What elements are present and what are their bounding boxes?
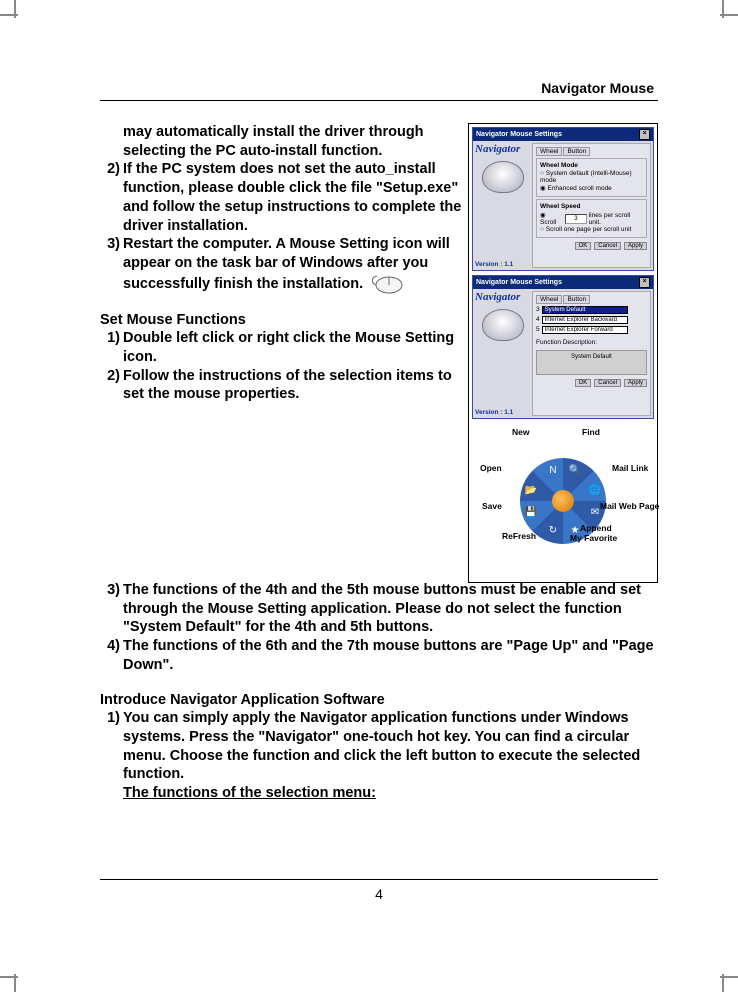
function-description-label: Function Description: (536, 339, 647, 346)
set-fn-step-3: The functions of the 4th and the 5th mou… (123, 581, 658, 637)
close-icon: × (639, 277, 650, 288)
cancel-button: Cancel (594, 242, 621, 250)
circular-menu-figure: N 🔍 📂 🌐 💾 ✉ ↻ ★ New Find Open Mail Link … (472, 423, 654, 579)
open-icon: 📂 (524, 484, 538, 498)
install-step-2: If the PC system does not set the auto_i… (123, 160, 462, 235)
tab-wheel: Wheel (536, 147, 562, 156)
radio-enhanced: Enhanced scroll mode (540, 184, 643, 192)
continued-paragraph: may automatically install the driver thr… (100, 123, 462, 160)
list-number: 1) (100, 329, 123, 366)
label-open: Open (480, 463, 502, 473)
radio-scroll-page: Scroll one page per scroll unit (540, 226, 643, 233)
list-number: 3) (100, 235, 123, 294)
save-icon: 💾 (524, 506, 538, 520)
label-save: Save (482, 501, 502, 511)
apply-button: Apply (624, 242, 647, 250)
install-step-3: Restart the computer. A Mouse Setting ic… (123, 235, 462, 294)
label-my-favorite: My Favorite (570, 533, 617, 543)
section-title-set-functions: Set Mouse Functions (100, 311, 462, 330)
cancel-button: Cancel (594, 379, 621, 387)
settings-panel-wheel: Navigator Mouse Settings × Navigator Ver… (472, 127, 654, 271)
mail-link-icon: 🌐 (588, 484, 602, 498)
mouse-illustration (482, 161, 524, 193)
apply-button: Apply (624, 379, 647, 387)
radio-scroll-lines: Scroll (540, 211, 563, 226)
refresh-icon: ↻ (546, 524, 560, 538)
mouse-illustration (482, 309, 524, 341)
mouse-icon (371, 273, 405, 295)
set-fn-step-1: Double left click or right click the Mou… (123, 329, 462, 366)
find-icon: 🔍 (568, 464, 582, 478)
label-mail-web: Mail Web Page (600, 501, 659, 511)
version-label: Version : 1.1 (475, 409, 530, 416)
header-product-name: Navigator Mouse (100, 80, 658, 101)
function-description-value: System Default (536, 350, 647, 375)
new-icon: N (546, 464, 560, 478)
btn4-select: Internet Explorer Backward (542, 316, 628, 324)
label-append: Append (580, 523, 612, 533)
scroll-lines-input: 3 (565, 214, 587, 224)
close-icon: × (639, 129, 650, 140)
btn-num-4: 4 (536, 316, 540, 323)
label-new: New (512, 427, 529, 437)
brand-label: Navigator (475, 143, 530, 155)
text-column-wide: 3) The functions of the 4th and the 5th … (100, 581, 658, 879)
btn-num-3: 3 (536, 306, 540, 313)
set-fn-step-4: The functions of the 6th and the 7th mou… (123, 637, 658, 674)
tab-wheel: Wheel (536, 295, 562, 304)
settings-panel-button: Navigator Mouse Settings × Navigator Ver… (472, 275, 654, 419)
section-title-introduce: Introduce Navigator Application Software (100, 691, 658, 710)
wheel-center-icon (552, 490, 574, 512)
label-mail-link: Mail Link (612, 463, 648, 473)
dialog-title: Navigator Mouse Settings (476, 131, 562, 138)
list-number: 4) (100, 637, 123, 674)
functions-subhead: The functions of the selection menu: (100, 784, 658, 803)
group-wheel-mode: Wheel Mode (540, 162, 643, 169)
list-number: 2) (100, 367, 123, 404)
group-wheel-speed: Wheel Speed (540, 203, 643, 210)
set-fn-step-2: Follow the instructions of the selection… (123, 367, 462, 404)
list-number: 2) (100, 160, 123, 235)
page-number: 4 (100, 879, 658, 902)
radio-system-default: System default (Intelli-Mouse) mode (540, 170, 643, 184)
list-number: 3) (100, 581, 123, 637)
intro-step-1: You can simply apply the Navigator appli… (123, 709, 658, 784)
version-label: Version : 1.1 (475, 261, 530, 268)
ok-button: OK (575, 242, 592, 250)
dialog-title: Navigator Mouse Settings (476, 279, 562, 286)
text-column: may automatically install the driver thr… (100, 123, 462, 583)
btn-num-5: 5 (536, 326, 540, 333)
figure-column: Navigator Mouse Settings × Navigator Ver… (468, 123, 658, 583)
ok-button: OK (575, 379, 592, 387)
label-find: Find (582, 427, 600, 437)
list-number: 1) (100, 709, 123, 784)
brand-label: Navigator (475, 291, 530, 303)
scroll-lines-suffix: lines per scroll unit. (589, 212, 643, 226)
tab-button: Button (563, 147, 590, 156)
btn3-select: System Default (542, 306, 628, 314)
btn5-select: Internet Explorer Forward (542, 326, 628, 334)
label-refresh: ReFresh (502, 531, 536, 541)
tab-button: Button (563, 295, 590, 304)
